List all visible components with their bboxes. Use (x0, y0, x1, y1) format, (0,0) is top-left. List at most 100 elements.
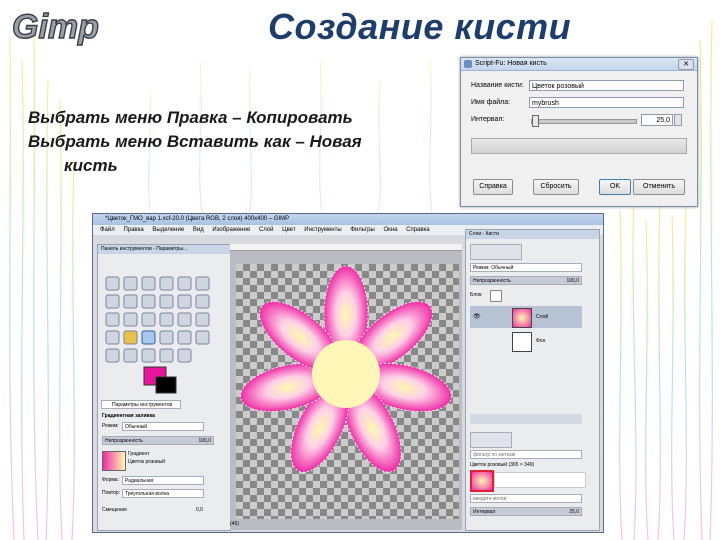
progress-bar (471, 138, 687, 154)
background-color-swatch[interactable] (155, 376, 177, 394)
menu-image[interactable]: Изображение (212, 227, 250, 233)
align-tool-icon (195, 294, 210, 309)
gradient-fill-label: Градиентная заливка (102, 413, 155, 419)
brush-spacing-label: Интервал (473, 509, 496, 515)
opacity-value: 100,0 (198, 438, 211, 444)
dodge-tool-icon (177, 348, 192, 363)
gradient-preview[interactable] (102, 451, 126, 471)
scissors-tool-icon (195, 276, 210, 291)
bucket-fill-tool-icon (123, 330, 138, 345)
brush-selected-thumbnail[interactable] (470, 470, 494, 492)
repeat-select[interactable]: Треугольная волна (122, 489, 204, 498)
gimp-logo: Gimp (11, 7, 99, 46)
smudge-tool-icon (159, 348, 174, 363)
file-name-input[interactable]: mybrush (529, 97, 684, 108)
crop-tool-icon (105, 312, 120, 327)
reset-button[interactable]: Сбросить (533, 179, 579, 195)
ellipse-select-tool-icon (123, 276, 138, 291)
brush-dock-tabs[interactable] (470, 432, 512, 448)
eraser-tool-icon (195, 330, 210, 345)
instruction-line-1: Выбрать меню Правка – Копировать (28, 108, 353, 127)
status-bar: (46) (230, 521, 239, 527)
paths-tool-icon (105, 294, 120, 309)
dialog-titlebar: Script-Fu: Новая кисть ✕ (461, 58, 697, 71)
interval-slider-handle[interactable] (532, 115, 539, 127)
opacity-label: Непрозрачность (105, 438, 143, 444)
menu-layer[interactable]: Слой (259, 227, 274, 233)
brush-name-input[interactable]: Цветок розовый (529, 80, 684, 91)
toolbox-title: Панель инструментов - Параметры... (98, 245, 230, 254)
layers-brushes-panel: Слои - Кисти Режим: Обычный Непрозрачнос… (465, 229, 600, 531)
dock-tabs[interactable] (470, 244, 522, 260)
menu-windows[interactable]: Окна (383, 227, 397, 233)
eye-icon[interactable]: 👁 (473, 313, 481, 320)
layer-thumbnail (512, 332, 532, 352)
color-picker-tool-icon (123, 294, 138, 309)
lock-alpha-checkbox[interactable] (490, 290, 502, 302)
layer-row-background[interactable]: Фон (470, 330, 582, 352)
shape-select[interactable]: Радиальная (122, 476, 204, 485)
brush-tags-input[interactable]: введите метки (470, 494, 582, 503)
measure-tool-icon (159, 294, 174, 309)
layer-mode-select[interactable]: Режим: Обычный (470, 263, 582, 272)
menu-tools[interactable]: Инструменты (304, 227, 341, 233)
opacity-slider[interactable]: Непрозрачность 100,0 (102, 436, 214, 445)
gimp-window-title: *Цветок_ГМО_вар 1.xcf-20.0 (Цвета RGB, 2… (105, 216, 290, 222)
layer-opacity-slider[interactable]: Непрозрачность 100,0 (470, 276, 582, 285)
zoom-tool-icon (141, 294, 156, 309)
flower-image (240, 265, 452, 473)
brush-name-label: Цветок розовый (365 × 349) (470, 462, 535, 468)
menu-file[interactable]: Файл (100, 227, 115, 233)
layer-buttons-bar[interactable] (470, 414, 582, 424)
menu-filters[interactable]: Фильтры (350, 227, 374, 233)
gradient-label: Градиент (128, 451, 150, 457)
tool-icons[interactable] (105, 276, 210, 363)
paintbrush-tool-icon (177, 330, 192, 345)
perspective-tool-icon (177, 312, 192, 327)
menu-edit[interactable]: Правка (123, 227, 143, 233)
layer-row-active[interactable]: 👁 Слой (470, 306, 582, 328)
interval-value-input[interactable]: 25,0 (641, 114, 673, 126)
brush-spacing-value: 25,0 (569, 509, 579, 515)
airbrush-tool-icon (105, 348, 120, 363)
blend-tool-icon (141, 330, 156, 345)
ok-button[interactable]: OK (599, 179, 631, 195)
lock-label: Блок: (470, 292, 483, 298)
image-canvas-area: (46) (230, 244, 462, 530)
horizontal-ruler (230, 244, 462, 251)
menu-select[interactable]: Выделение (152, 227, 184, 233)
logo-text: Gimp (12, 8, 99, 46)
gimp-titlebar: *Цветок_ГМО_вар 1.xcf-20.0 (Цвета RGB, 2… (93, 214, 603, 225)
menu-help[interactable]: Справка (406, 227, 430, 233)
menu-view[interactable]: Вид (193, 227, 204, 233)
menu-colors[interactable]: Цвет (282, 227, 295, 233)
interval-slider-track[interactable] (531, 119, 637, 124)
file-name-label: Имя файла: (471, 99, 511, 106)
brush-spacing-slider[interactable]: Интервал 25,0 (470, 507, 582, 516)
brush-tag-filter[interactable]: фильтр по меткам (470, 450, 582, 459)
shape-label: Форма: (102, 477, 119, 483)
offset-label: Смещение (102, 507, 128, 513)
text-tool-icon (105, 330, 120, 345)
instruction-line-3: кисть (64, 156, 118, 175)
fuzzy-select-tool-icon (159, 276, 174, 291)
slide-title: Создание кисти (268, 6, 572, 47)
pencil-tool-icon (159, 330, 174, 345)
interval-spin-button[interactable] (674, 114, 682, 126)
toolbox-panel: Панель инструментов - Параметры... Парам… (97, 244, 231, 531)
brush-list[interactable] (494, 472, 586, 488)
tab-tool-options[interactable]: Параметры инструментов (101, 400, 181, 409)
mode-select[interactable]: Обычный (122, 422, 204, 431)
help-button[interactable]: Справка (473, 179, 513, 195)
scale-tool-icon (141, 312, 156, 327)
close-button[interactable]: ✕ (678, 59, 694, 70)
free-select-tool-icon (141, 276, 156, 291)
gimp-window: *Цветок_ГМО_вар 1.xcf-20.0 (Цвета RGB, 2… (92, 213, 604, 533)
shear-tool-icon (159, 312, 174, 327)
flip-tool-icon (195, 312, 210, 327)
cancel-button[interactable]: Отменить (633, 179, 685, 195)
layer-name: Слой (536, 314, 549, 320)
offset-value: 0,0 (196, 507, 203, 513)
script-fu-icon (464, 60, 472, 68)
mode-label: Режим: (102, 423, 119, 429)
